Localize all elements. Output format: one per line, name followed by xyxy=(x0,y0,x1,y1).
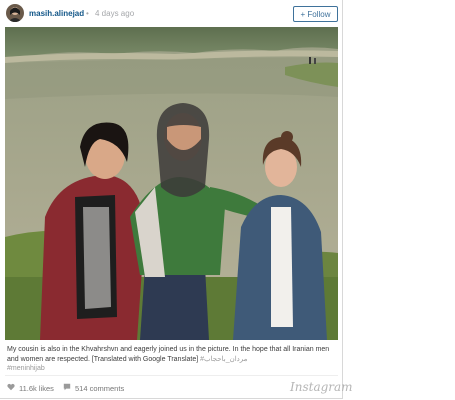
caption-text: My cousin is also in the Khvahrshvn and … xyxy=(7,346,330,363)
instagram-post-card: masih.alinejad • 4 days ago + Follow My … xyxy=(0,0,353,399)
instagram-logo[interactable]: Instagram xyxy=(290,380,353,394)
heart-icon xyxy=(7,383,15,393)
username-link[interactable]: masih.alinejad xyxy=(29,9,84,18)
comments-count[interactable]: 514 comments xyxy=(63,383,124,393)
post-caption: My cousin is also in the Khvahrshvn and … xyxy=(7,345,337,374)
post-header: masih.alinejad • 4 days ago + Follow xyxy=(0,0,343,28)
avatar[interactable] xyxy=(6,4,24,22)
follow-button[interactable]: + Follow xyxy=(293,6,338,22)
separator-dot: • xyxy=(86,9,89,18)
post-photo[interactable] xyxy=(5,27,338,340)
hashtag-link[interactable]: #مردان_باحجاب xyxy=(200,356,247,363)
hashtag-link[interactable]: #meninhijab xyxy=(7,365,45,372)
comments-label: 514 comments xyxy=(75,383,125,393)
post-time[interactable]: 4 days ago xyxy=(95,9,134,18)
comment-bubble-icon xyxy=(63,383,71,393)
footer-divider xyxy=(5,375,338,376)
likes-count[interactable]: 11.6k likes xyxy=(7,383,54,393)
likes-label: 11.6k likes xyxy=(19,383,54,393)
